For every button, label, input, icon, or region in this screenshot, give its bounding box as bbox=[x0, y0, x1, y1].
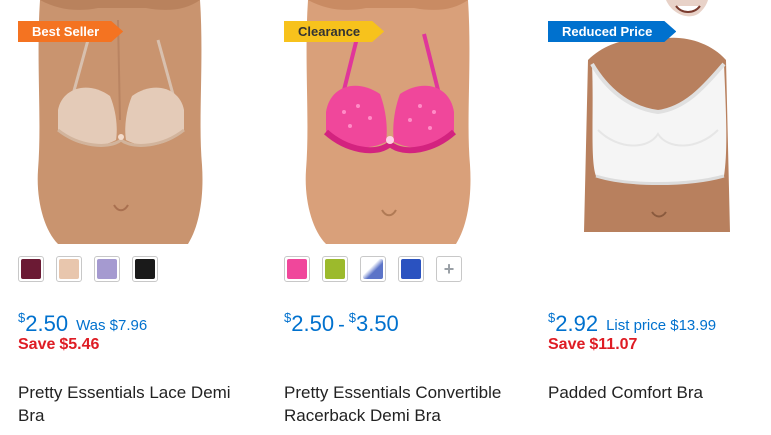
color-swatch-black[interactable] bbox=[132, 256, 158, 282]
color-swatch-blue-lace[interactable] bbox=[398, 256, 424, 282]
color-swatch-lavender[interactable] bbox=[94, 256, 120, 282]
best-seller-badge: Best Seller bbox=[18, 21, 123, 42]
current-price: 2.50 bbox=[25, 311, 69, 336]
savings: Save $5.46 bbox=[18, 336, 99, 354]
product-card-convertible-racerback-bra: Clearance + $2.50- $3.50 Pretty Essentia… bbox=[284, 0, 524, 435]
color-swatches bbox=[18, 256, 170, 282]
list-price: List price $13.99 bbox=[606, 317, 717, 334]
more-colors-button[interactable]: + bbox=[436, 256, 462, 282]
save-label: Save bbox=[548, 336, 586, 353]
reduced-price-badge: Reduced Price bbox=[548, 21, 676, 42]
color-swatch-pink[interactable] bbox=[284, 256, 310, 282]
price-high: 3.50 bbox=[355, 311, 399, 336]
clearance-badge: Clearance bbox=[284, 21, 384, 42]
product-title[interactable]: Pretty Essentials Convertible Racerback … bbox=[284, 381, 514, 427]
currency-symbol: $ bbox=[348, 310, 356, 325]
product-title[interactable]: Padded Comfort Bra bbox=[548, 381, 771, 404]
was-price: Was $7.96 bbox=[76, 317, 148, 334]
product-title[interactable]: Pretty Essentials Lace Demi Bra bbox=[18, 381, 248, 427]
color-swatch-blue-white[interactable] bbox=[360, 256, 386, 282]
product-card-lace-demi-bra: Best Seller $2.50 Was $7.96 Save $5.46 Pre… bbox=[18, 0, 258, 435]
color-swatch-green-print[interactable] bbox=[322, 256, 348, 282]
current-price: 2.92 bbox=[555, 311, 599, 336]
save-amount: $11.07 bbox=[589, 336, 638, 353]
savings: Save $11.07 bbox=[548, 336, 637, 354]
color-swatch-burgundy[interactable] bbox=[18, 256, 44, 282]
product-card-padded-comfort-bra: Reduced Price $2.92 List price $13.99 Sav… bbox=[548, 0, 771, 435]
color-swatch-nude[interactable] bbox=[56, 256, 82, 282]
save-amount: $5.46 bbox=[59, 336, 100, 353]
range-separator: - bbox=[338, 314, 345, 336]
plus-icon: + bbox=[443, 259, 455, 279]
price: $2.92 List price $13.99 bbox=[548, 310, 716, 337]
color-swatches: + bbox=[284, 256, 474, 282]
price-range: $2.50- $3.50 bbox=[284, 310, 399, 337]
price-low: 2.50 bbox=[291, 311, 335, 336]
price: $2.50 Was $7.96 bbox=[18, 310, 147, 337]
save-label: Save bbox=[18, 336, 56, 353]
